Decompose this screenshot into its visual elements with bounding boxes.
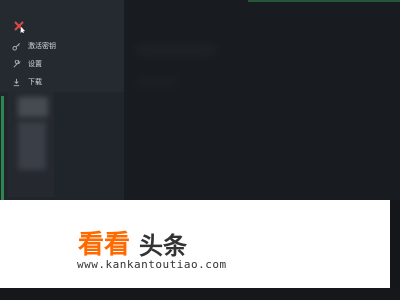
watermark-brand-dark: 头条 xyxy=(139,232,188,260)
right-edge xyxy=(390,200,400,288)
wrench-icon xyxy=(12,59,21,69)
watermark-banner: 看看 头条 www.kankantoutiao.com xyxy=(0,200,390,288)
sidebar-item-download[interactable]: 下载 xyxy=(12,74,42,90)
app-window: 激活密钥 设置 下载 看看 头条 www.kankantoutiao.com xyxy=(0,0,400,300)
active-indicator xyxy=(1,96,4,204)
key-icon xyxy=(12,42,21,51)
watermark-url: www.kankantoutiao.com xyxy=(77,258,227,271)
bottom-edge xyxy=(0,288,400,300)
watermark-logo: 看看 头条 xyxy=(78,230,187,258)
blurred-content xyxy=(136,78,178,86)
sidebar-item-label: 激活密钥 xyxy=(28,42,56,50)
download-icon xyxy=(12,78,21,87)
blurred-text xyxy=(18,122,46,170)
sidebar-item-label: 下载 xyxy=(28,78,42,86)
sidebar-item-activate-key[interactable]: 激活密钥 xyxy=(12,38,56,54)
sidebar-menu-panel: 激活密钥 设置 下载 xyxy=(0,0,124,92)
blurred-content xyxy=(136,45,216,55)
watermark-brand-orange: 看看 xyxy=(78,230,131,260)
close-icon[interactable] xyxy=(12,18,26,33)
sidebar-item-label: 设置 xyxy=(28,60,42,68)
top-accent-line xyxy=(248,0,400,2)
blurred-avatar xyxy=(18,97,48,117)
sidebar-item-settings[interactable]: 设置 xyxy=(12,56,42,72)
